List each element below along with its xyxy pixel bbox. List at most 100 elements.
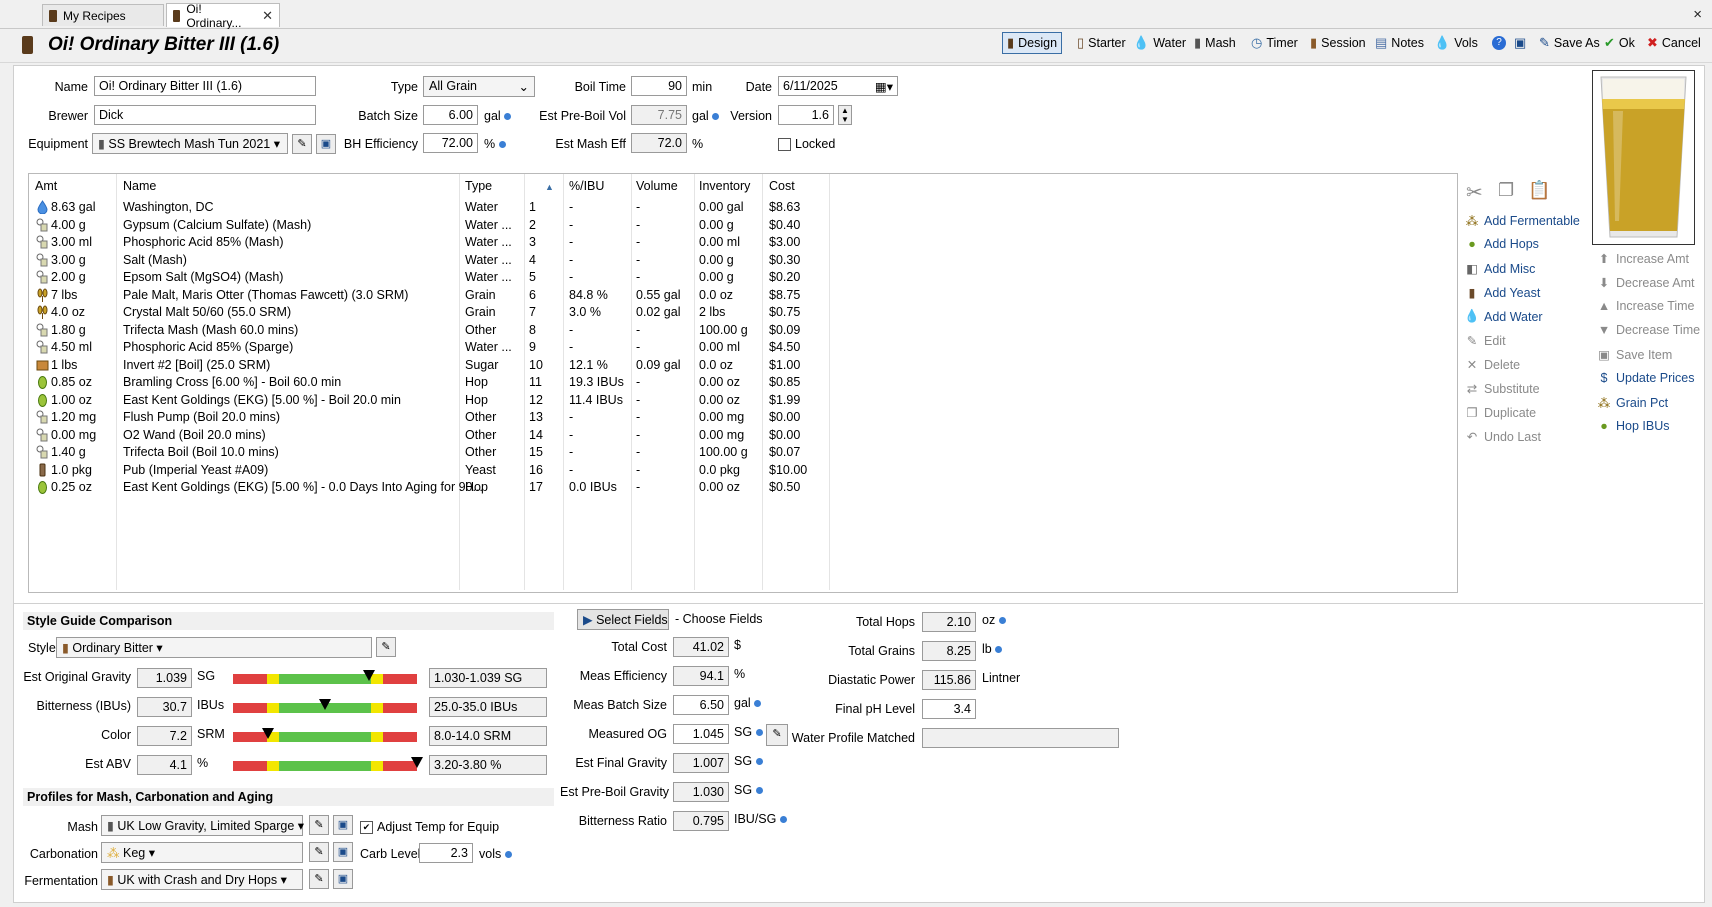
increase-amt-button[interactable]: ⬆ Increase Amt (1596, 251, 1689, 267)
edit-fermentation-icon[interactable]: ✎ (309, 869, 329, 889)
add-water-button[interactable]: 💧 Add Water (1464, 309, 1543, 324)
locked-checkbox[interactable]: Locked (778, 137, 835, 152)
table-row[interactable]: 1.00 oz East Kent Goldings (EKG) [5.00 %]… (29, 391, 1455, 410)
save-item-button[interactable]: ▣ Save Item (1596, 347, 1672, 363)
toolbar-save-as-button[interactable]: ✎ Save As (1535, 32, 1604, 54)
carbonation-select[interactable]: ⁂ Keg ▾ (101, 842, 303, 863)
edit-button[interactable]: ✎ Edit (1464, 333, 1506, 349)
name-field[interactable]: Oi! Ordinary Bitter III (1.6) (94, 76, 316, 96)
carb-level-field[interactable]: 2.3 (419, 843, 473, 863)
down-arrow-icon: ⬇ (1598, 276, 1610, 290)
add-yeast-button[interactable]: ▮ Add Yeast (1464, 285, 1541, 301)
decrease-amt-button[interactable]: ⬇ Decrease Amt (1596, 275, 1695, 291)
undo-last-button[interactable]: ↶ Undo Last (1464, 429, 1541, 445)
column-header-pct-ibu[interactable]: %/IBU (569, 179, 604, 193)
close-tab-icon[interactable]: ✕ (262, 8, 273, 24)
edit-style-icon[interactable]: ✎ (376, 637, 396, 657)
window-close-icon[interactable]: × (1693, 6, 1702, 23)
delete-button[interactable]: ✕ Delete (1464, 357, 1520, 373)
toolbar-vols-button[interactable]: 💧 Vols (1430, 32, 1482, 54)
batch-size-field[interactable]: 6.00 (423, 105, 478, 125)
table-row[interactable]: 4.50 ml Phosphoric Acid 85% (Sparge) Water… (29, 338, 1455, 357)
toolbar-water-button[interactable]: 💧 Water (1129, 32, 1190, 54)
adjust-temp-checkbox[interactable]: ✔ Adjust Temp for Equip (360, 820, 499, 835)
table-row[interactable]: 1 lbs Invert #2 [Boil] (25.0 SRM) Sugar 10 1… (29, 356, 1455, 375)
add-hops-button[interactable]: ● Add Hops (1464, 237, 1539, 251)
tab-recipe[interactable]: Oi! Ordinary... ✕ (166, 2, 280, 30)
table-row[interactable]: 1.80 g Trifecta Mash (Mash 60.0 mins) Othe… (29, 321, 1455, 340)
add-fermentable-button[interactable]: ⁂ Add Fermentable (1464, 213, 1580, 229)
version-field[interactable]: 1.6 (778, 105, 834, 125)
table-row[interactable]: 3.00 g Salt (Mash) Water ... 4 - - 0.00 g $0.30 (29, 251, 1455, 270)
field-unit: Lintner (982, 671, 1021, 685)
table-row[interactable]: 0.85 oz Bramling Cross [6.00 %] - Boil 60… (29, 373, 1455, 392)
increase-time-button[interactable]: ▲ Increase Time (1596, 299, 1695, 313)
table-row[interactable]: 8.63 gal Washington, DC Water 1 - - 0.00 gal $8… (29, 198, 1455, 217)
checkbox-icon: ✔ (360, 821, 373, 835)
grain-pct-button[interactable]: ⁂ Grain Pct (1596, 395, 1668, 411)
substitute-button[interactable]: ⇄ Substitute (1464, 381, 1540, 397)
edit-equipment-icon[interactable]: ✎ (292, 134, 312, 154)
table-row[interactable]: 4.00 g Gypsum (Calcium Sulfate) (Mash) Wat… (29, 216, 1455, 235)
brewer-field[interactable]: Dick (94, 105, 316, 125)
decrease-time-button[interactable]: ▼ Decrease Time (1596, 323, 1700, 337)
column-header-amt[interactable]: Amt (35, 179, 57, 193)
table-row[interactable]: 4.0 oz Crystal Malt 50/60 (55.0 SRM) Grain… (29, 303, 1455, 322)
table-row[interactable]: 1.20 mg Flush Pump (Boil 20.0 mins) Other 1… (29, 408, 1455, 427)
field-value[interactable]: 3.4 (922, 699, 976, 719)
mash-profile-select[interactable]: ▮ UK Low Gravity, Limited Sparge ▾ (101, 815, 304, 836)
equipment-select[interactable]: ▮ SS Brewtech Mash Tun 2021 ▾ (92, 133, 288, 154)
type-select[interactable]: All Grain ⌄ (423, 76, 535, 97)
fermentation-select[interactable]: ▮ UK with Crash and Dry Hops ▾ (101, 869, 303, 890)
toolbar-timer-button[interactable]: ◷ Timer (1247, 32, 1302, 54)
button-label: Add Water (1484, 309, 1543, 324)
version-stepper[interactable]: ▲ ▼ (838, 105, 852, 125)
toolbar-cancel-button[interactable]: ✖ Cancel (1643, 32, 1705, 54)
date-picker[interactable]: 6/11/2025 ▦▾ (778, 76, 898, 96)
save-fermentation-icon[interactable]: ▣ (333, 869, 353, 889)
toolbar-starter-button[interactable]: ▯ Starter (1073, 32, 1130, 54)
table-row[interactable]: 1.40 g Trifecta Boil (Boil 10.0 mins) Othe… (29, 443, 1455, 462)
column-header-type[interactable]: Type (465, 179, 492, 193)
column-header-name[interactable]: Name (123, 179, 156, 193)
tab-my-recipes[interactable]: My Recipes (42, 4, 164, 26)
table-row[interactable]: 1.0 pkg Pub (Imperial Yeast #A09) Yeast 16 -… (29, 461, 1455, 480)
boil-time-field[interactable]: 90 (631, 76, 687, 96)
cell-vol: - (636, 217, 641, 232)
edit-carbonation-icon[interactable]: ✎ (309, 842, 329, 862)
table-row[interactable]: 3.00 ml Phosphoric Acid 85% (Mash) Water .… (29, 233, 1455, 252)
choose-fields-label: - Choose Fields (675, 612, 763, 626)
column-header-volume[interactable]: Volume (636, 179, 678, 193)
hop-ibus-button[interactable]: ● Hop IBUs (1596, 419, 1669, 433)
toolbar-save-button[interactable]: ▣ (1510, 32, 1534, 54)
select-fields-button[interactable]: ▶ Select Fields (577, 609, 669, 630)
cell-type: Water ... (465, 235, 512, 249)
measure-og-icon[interactable]: ✎ (766, 724, 788, 746)
toolbar-ok-button[interactable]: ✔ Ok (1600, 32, 1639, 54)
beer-glass-icon (1600, 76, 1687, 238)
add-misc-button[interactable]: ◧ Add Misc (1464, 261, 1535, 277)
cell-amt: 4.50 ml (51, 340, 92, 354)
cell-type: Grain (465, 305, 496, 319)
toolbar-notes-button[interactable]: ▤ Notes (1371, 32, 1428, 54)
calendar-icon[interactable]: ▦▾ (875, 79, 893, 94)
sort-ascending-icon[interactable]: ▲ (545, 182, 554, 192)
duplicate-button[interactable]: ❐ Duplicate (1464, 405, 1536, 421)
update-prices-button[interactable]: $ Update Prices (1596, 371, 1695, 385)
edit-mash-profile-icon[interactable]: ✎ (309, 815, 329, 835)
toolbar-mash-button[interactable]: ▮ Mash (1190, 32, 1240, 54)
save-mash-profile-icon[interactable]: ▣ (333, 815, 353, 835)
table-row[interactable]: 0.00 mg O2 Wand (Boil 20.0 mins) Other 14 - -… (29, 426, 1455, 445)
table-row[interactable]: 7 lbs Pale Malt, Maris Otter (Thomas Fawc… (29, 286, 1455, 305)
style-select[interactable]: ▮ Ordinary Bitter ▾ (56, 637, 372, 658)
column-header-inventory[interactable]: Inventory (699, 179, 750, 193)
column-header-cost[interactable]: Cost (769, 179, 795, 193)
water-drop-icon: 💧 (1133, 35, 1150, 50)
toolbar-session-button[interactable]: ▮ Session (1306, 32, 1370, 54)
toolbar-design-button[interactable]: ▮ Design (1002, 32, 1063, 54)
button-label: Add Fermentable (1484, 213, 1580, 228)
bh-efficiency-field[interactable]: 72.00 (423, 133, 478, 153)
save-carbonation-icon[interactable]: ▣ (333, 842, 353, 862)
table-row[interactable]: 2.00 g Epsom Salt (MgSO4) (Mash) Water ...… (29, 268, 1455, 287)
table-row[interactable]: 0.25 oz East Kent Goldings (EKG) [5.00 %]… (29, 478, 1455, 497)
